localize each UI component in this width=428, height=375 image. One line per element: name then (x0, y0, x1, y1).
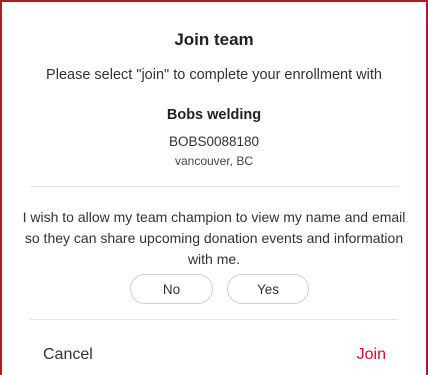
consent-yes-button[interactable]: Yes (227, 274, 309, 304)
dialog-title: Join team (174, 30, 254, 49)
team-location: vancouver, BC (174, 154, 254, 168)
cancel-button[interactable]: Cancel (43, 346, 93, 364)
dialog-subtitle: Please select "join" to complete your en… (46, 67, 382, 83)
consent-text: I wish to allow my team champion to view… (22, 209, 406, 267)
footer-divider (30, 319, 398, 320)
consent-no-button[interactable]: No (130, 274, 213, 304)
team-code: BOBS0088180 (168, 134, 260, 149)
divider (30, 186, 398, 187)
join-button[interactable]: Join (357, 346, 386, 364)
team-name: Bobs welding (166, 107, 262, 123)
join-team-dialog: Join team Please select "join" to comple… (0, 0, 428, 375)
